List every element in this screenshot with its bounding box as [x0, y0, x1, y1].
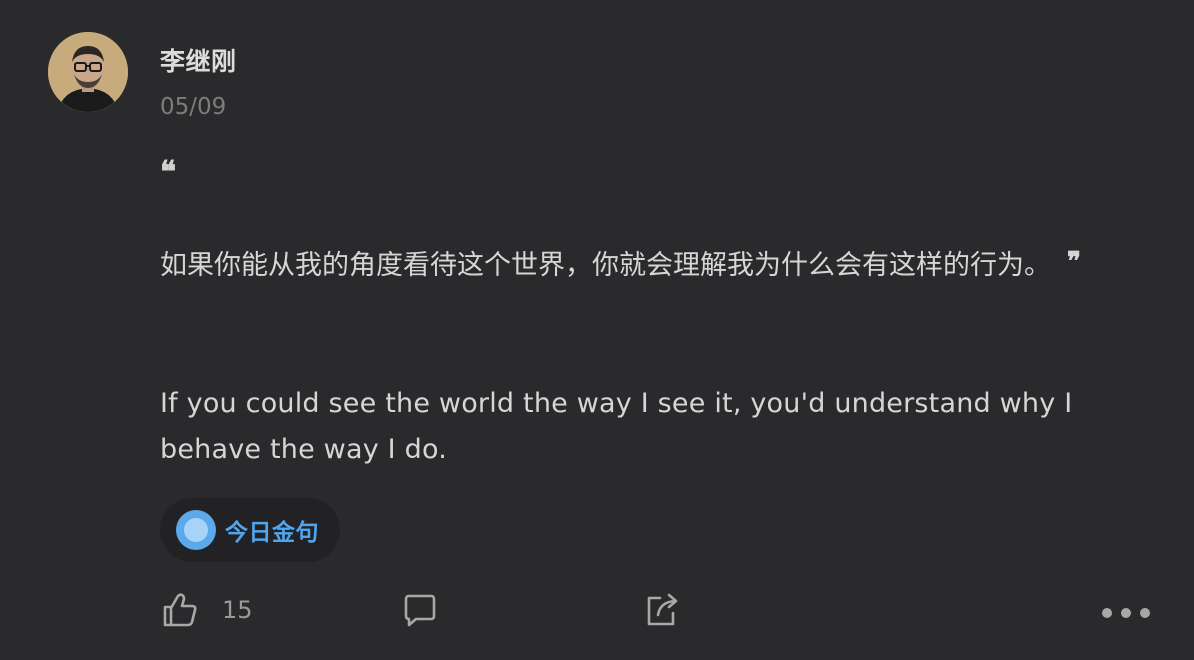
comment-button[interactable] [400, 590, 440, 630]
share-button[interactable] [642, 590, 682, 630]
topic-tag[interactable]: 今日金句 [160, 498, 340, 562]
post-text-chinese: 如果你能从我的角度看待这个世界，你就会理解我为什么会有这样的行为。 ❞ [160, 243, 1100, 289]
like-button[interactable]: 15 [160, 590, 253, 630]
circle-topic-icon [176, 510, 216, 550]
close-quote-mark: ❞ [1067, 247, 1081, 277]
share-icon [647, 593, 678, 626]
post-text-english: If you could see the world the way I see… [160, 388, 1073, 465]
quote-text-cn: 如果你能从我的角度看待这个世界，你就会理解我为什么会有这样的行为。 [160, 250, 1051, 281]
avatar-portrait-icon [48, 32, 128, 112]
comment-icon [404, 594, 436, 627]
author-name[interactable]: 李继刚 [160, 42, 237, 78]
more-options-button[interactable] [1102, 596, 1150, 630]
open-quote-mark: ❝ [160, 155, 177, 190]
author-avatar[interactable] [48, 32, 128, 112]
more-dots-icon [1102, 596, 1150, 630]
post-date: 05/09 [160, 94, 227, 120]
topic-tag-label: 今日金句 [225, 520, 319, 546]
thumbs-up-icon [163, 593, 197, 627]
like-count: 15 [222, 596, 253, 624]
